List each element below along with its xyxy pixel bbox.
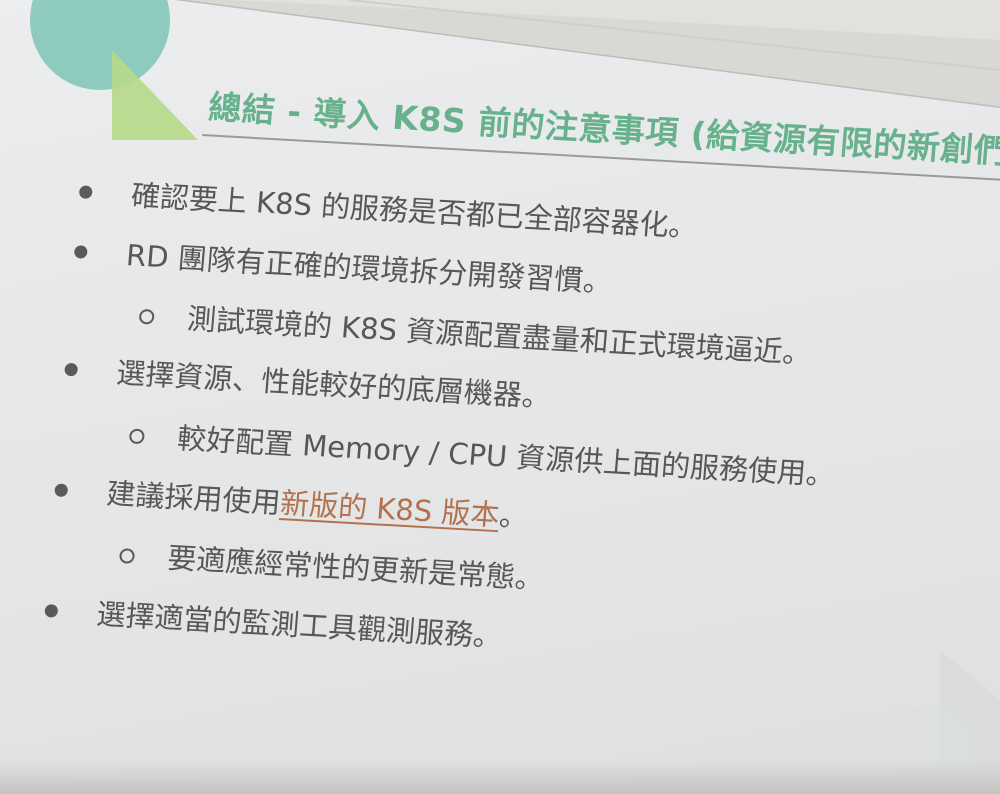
sub-item-3: 要適應經常性的更新是常態。 xyxy=(166,540,546,596)
bullet-icon xyxy=(73,245,88,259)
projected-slide: 總結 - 導入 K8S 前的注意事項 (給資源有限的新創們) 確認要上 K8S … xyxy=(0,0,1000,794)
k8s-version-link[interactable]: 新版的 K8S 版本 xyxy=(279,486,501,532)
bottom-shadow xyxy=(0,760,1000,794)
bullet-icon xyxy=(54,483,69,498)
corner-decoration-shape xyxy=(30,0,198,140)
bullet-item-5: 選擇適當的監測工具觀測服務。 xyxy=(95,596,504,654)
sub-bullet-icon xyxy=(118,548,136,564)
bullet-item-4: 建議採用使用新版的 K8S 版本。 xyxy=(105,470,530,535)
bullet-item-2: RD 團隊有正確的環境拆分開發習慣。 xyxy=(124,238,614,300)
bullet-icon xyxy=(64,362,79,377)
bullet-item-1: 確認要上 K8S 的服務是否都已全部容器化。 xyxy=(129,178,699,244)
sub-bullet-icon xyxy=(128,428,145,445)
bullet-item-4-text: 建議採用使用 xyxy=(105,476,282,520)
bullet-item-3: 選擇資源、性能較好的底層機器。 xyxy=(115,355,553,414)
bullet-icon xyxy=(78,185,93,199)
slide-title: 總結 - 導入 K8S 前的注意事項 (給資源有限的新創們) xyxy=(207,87,1000,172)
photo-scene: 總結 - 導入 K8S 前的注意事項 (給資源有限的新創們) 確認要上 K8S … xyxy=(0,0,1000,794)
bullet-item-4-end: 。 xyxy=(497,498,530,534)
bullet-icon xyxy=(44,604,59,618)
sub-bullet-icon xyxy=(138,308,155,325)
